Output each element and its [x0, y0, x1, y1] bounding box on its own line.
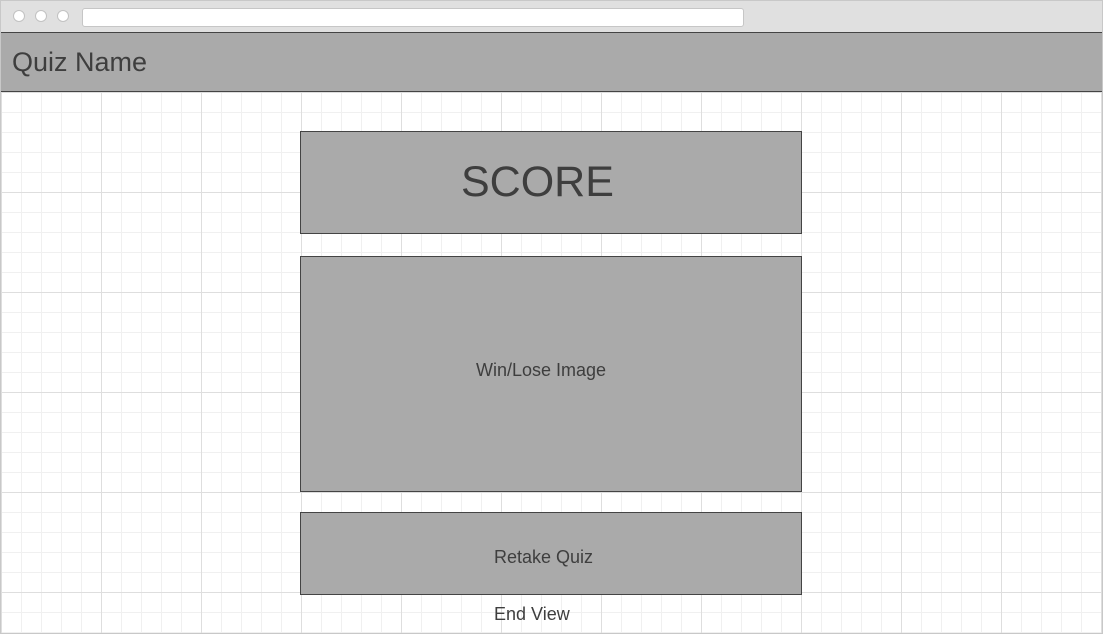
browser-window: Quiz Name SCORE Win/Lose Image Retake Qu… [0, 0, 1103, 634]
result-image-placeholder: Win/Lose Image [300, 256, 802, 492]
score-panel: SCORE [300, 131, 802, 234]
retake-quiz-button[interactable]: Retake Quiz [300, 512, 802, 595]
retake-quiz-label: Retake Quiz [494, 547, 594, 567]
quiz-title: Quiz Name [12, 47, 148, 77]
minimize-window-icon[interactable] [35, 10, 47, 22]
quiz-header: Quiz Name [1, 32, 1102, 92]
result-image-label: Win/Lose Image [476, 360, 607, 380]
close-window-icon[interactable] [13, 10, 25, 22]
view-caption: End View [494, 604, 570, 624]
browser-titlebar [1, 1, 1102, 33]
maximize-window-icon[interactable] [57, 10, 69, 22]
score-label: SCORE [461, 158, 614, 206]
address-bar[interactable] [82, 8, 744, 27]
